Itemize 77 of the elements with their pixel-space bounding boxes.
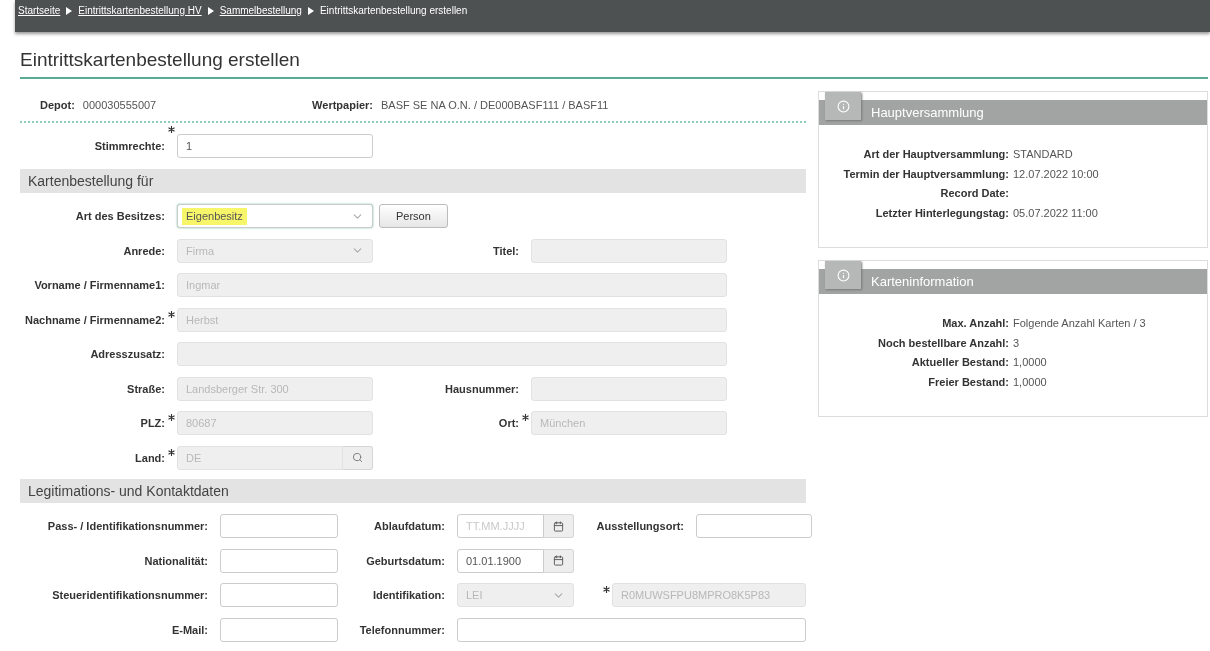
field-label: Identifikation: — [372, 588, 445, 603]
required-icon — [167, 414, 175, 422]
info-label: Termin der Hauptversammlung: — [843, 167, 1009, 180]
field-label: Steueridentifikationsnummer: — [52, 588, 208, 603]
chevron-right-icon — [307, 6, 314, 15]
info-label: Art der Hauptversammlung: — [863, 148, 1009, 160]
field-label: Adresszusatz: — [90, 347, 165, 362]
info-value: STANDARD — [1013, 147, 1073, 162]
breadcrumb-link[interactable]: Startseite — [18, 3, 61, 18]
info-icon — [836, 99, 850, 113]
field-label: E-Mail: — [171, 622, 208, 638]
required-icon — [602, 586, 610, 594]
info-label: Record Date: — [940, 187, 1009, 199]
breadcrumb-link[interactable]: Eintrittskartenbestellung HV — [78, 3, 202, 18]
info-label: Aktueller Bestand: — [911, 356, 1009, 368]
text-field[interactable] — [457, 617, 806, 642]
field-label: Ort: — [498, 416, 519, 431]
summary-label: Depot: — [40, 98, 75, 111]
calendar-button[interactable] — [544, 548, 574, 573]
panel-header: Hauptversammlung — [819, 100, 1207, 125]
section-header: Kartenbestellung für — [20, 169, 806, 193]
text-field[interactable] — [220, 583, 338, 608]
info-value: Folgende Anzahl Karten / 3 — [1013, 316, 1146, 331]
info-value: 05.07.2022 11:00 — [1013, 205, 1098, 221]
select-field[interactable]: Eigenbesitz — [177, 204, 373, 229]
field-label: Land: — [135, 450, 165, 466]
field-label: Anrede: — [123, 243, 165, 259]
text-field[interactable]: 1 — [177, 134, 373, 158]
info-value: 1,0000 — [1013, 374, 1047, 390]
panel-header: Karteninformation — [819, 269, 1207, 294]
summary-label: Wertpapier: — [312, 98, 373, 111]
text-field[interactable] — [220, 548, 338, 573]
field-label: Nachname / Firmenname2: — [25, 312, 165, 328]
section-header: Legitimations- und Kontaktdaten — [20, 479, 806, 503]
info-icon — [836, 268, 850, 282]
chevron-right-icon — [207, 6, 214, 15]
calendar-button[interactable] — [544, 514, 574, 539]
search-icon — [352, 452, 363, 464]
field-label: Art des Besitzes: — [75, 209, 165, 224]
summary-value: BASF SE NA O.N. / DE000BASF111 / BASF11 — [381, 97, 609, 113]
field-label: Ablaufdatum: — [374, 519, 445, 534]
info-label: Noch bestellbare Anzahl: — [878, 336, 1009, 349]
text-field[interactable] — [220, 617, 338, 642]
required-icon — [167, 310, 175, 318]
info-label: Max. Anzahl: — [942, 317, 1009, 329]
field-label: Pass- / Identifikationsnummer: — [47, 519, 208, 534]
summary-value: 000030555007 — [82, 97, 157, 113]
page-title: Eintrittskartenbestellung erstellen — [20, 48, 301, 72]
field-label: Stimmrechte: — [94, 138, 165, 154]
chevron-right-icon — [66, 6, 73, 15]
info-value: 1,0000 — [1013, 355, 1047, 370]
text-field[interactable] — [220, 514, 338, 539]
person-button[interactable]: Person — [379, 204, 448, 229]
field-label: Hausnummer: — [445, 381, 519, 397]
field-label: Geburtsdatum: — [366, 553, 445, 569]
calendar-icon — [553, 520, 564, 532]
required-icon — [167, 448, 175, 456]
info-label: Freier Bestand: — [928, 375, 1009, 388]
info-label: Letzter Hinterlegungstag: — [875, 206, 1009, 219]
info-value: 3 — [1013, 335, 1020, 351]
date-field[interactable]: 01.01.1900 — [457, 548, 544, 573]
breadcrumb-link[interactable]: Sammelbestellung — [219, 3, 302, 18]
breadcrumb-current: Eintrittskartenbestellung erstellen — [319, 4, 468, 18]
field-label: PLZ: — [140, 416, 165, 431]
select-value: Eigenbesitz — [182, 208, 247, 225]
info-value: 12.07.2022 10:00 — [1013, 166, 1099, 182]
field-label: Straße: — [127, 381, 165, 397]
calendar-icon — [553, 555, 564, 567]
field-label: Titel: — [492, 243, 519, 259]
field-label: Nationalität: — [144, 553, 208, 569]
required-icon — [521, 414, 529, 422]
required-icon — [167, 126, 175, 133]
field-label: Ausstellungsort: — [596, 519, 684, 534]
text-field[interactable] — [696, 514, 812, 539]
field-label: Vorname / Firmenname1: — [34, 278, 165, 293]
search-button[interactable] — [343, 445, 373, 470]
field-label: Telefonnummer: — [359, 622, 445, 638]
